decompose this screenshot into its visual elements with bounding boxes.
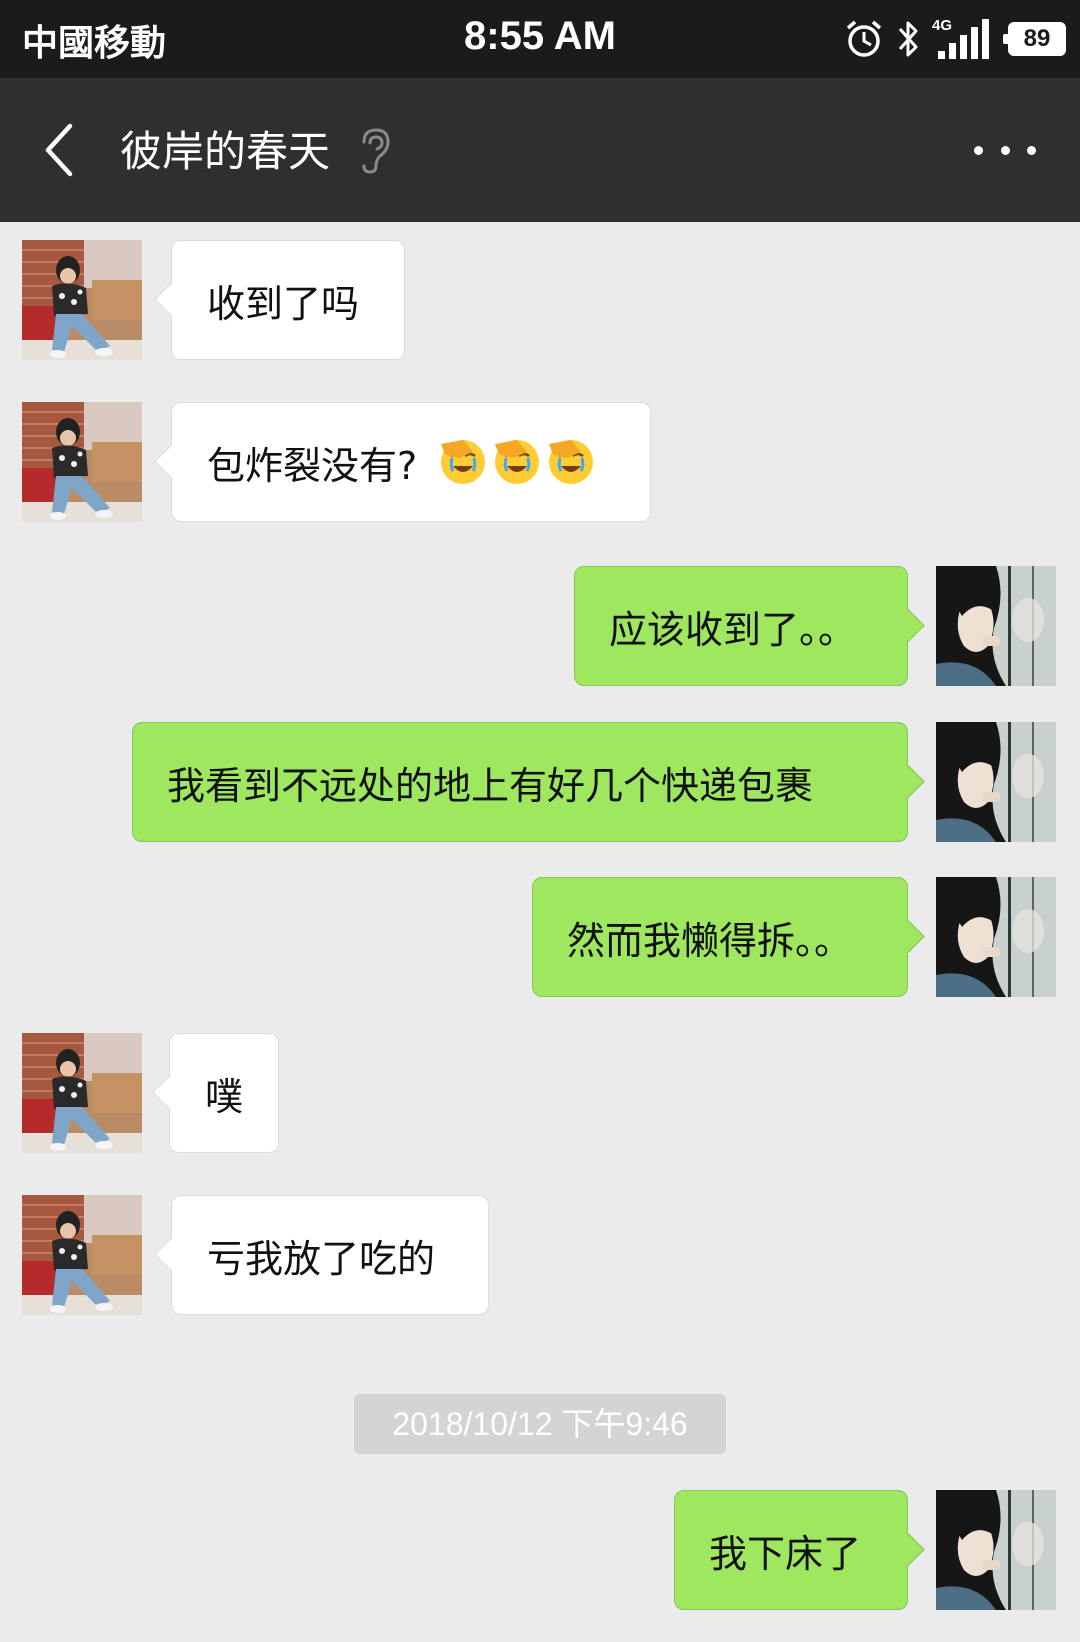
my-avatar-image — [936, 722, 1056, 842]
friend-avatar-image — [22, 240, 142, 360]
message-bubble-outgoing[interactable]: 我看到不远处的地上有好几个快递包裹 — [132, 722, 908, 842]
message-bubble-incoming[interactable]: 亏我放了吃的 — [171, 1195, 489, 1315]
message-text: 收到了吗 — [207, 281, 360, 326]
friend-avatar-image — [22, 1033, 142, 1153]
chevron-left-icon — [45, 123, 73, 177]
message-text: 噗 — [205, 1074, 244, 1119]
message-text: 包炸裂没有? — [207, 443, 418, 488]
alarm-icon — [846, 20, 882, 57]
battery-icon: 89 — [1003, 22, 1066, 56]
message-bubble-incoming[interactable]: 噗 — [169, 1033, 279, 1153]
message-text: 应该收到了。。 — [609, 607, 857, 652]
friend-avatar[interactable] — [22, 1033, 142, 1153]
message-bubble-outgoing[interactable]: 我下床了 — [674, 1490, 908, 1610]
message-text: 我看到不远处的地上有好几个快递包裹 — [167, 763, 814, 808]
status-icons: 4G 89 — [844, 14, 1066, 64]
my-avatar[interactable] — [936, 722, 1056, 842]
back-button[interactable] — [40, 120, 86, 180]
status-bar: 中國移動 8:55 AM 4G 89 — [0, 0, 1080, 78]
ear-icon — [362, 128, 390, 174]
friend-avatar[interactable] — [22, 402, 142, 522]
face-palm-emoji — [439, 438, 487, 486]
friend-avatar-image — [22, 402, 142, 522]
chat-header: 彼岸的春天 — [0, 78, 1080, 222]
bluetooth-icon — [898, 21, 918, 57]
battery-level: 89 — [1023, 25, 1051, 52]
face-palm-emoji — [547, 438, 595, 486]
message-text: 我下床了 — [709, 1531, 862, 1576]
message-text: 然而我懒得拆。。 — [567, 918, 853, 963]
my-avatar[interactable] — [936, 1490, 1056, 1610]
face-palm-emoji — [493, 438, 541, 486]
message-bubble-outgoing[interactable]: 应该收到了。。 — [574, 566, 908, 686]
message-bubble-outgoing[interactable]: 然而我懒得拆。。 — [532, 877, 908, 997]
my-avatar[interactable] — [936, 877, 1056, 997]
message-bubble-incoming[interactable]: 包炸裂没有? — [171, 402, 651, 522]
my-avatar-image — [936, 877, 1056, 997]
my-avatar-image — [936, 1490, 1056, 1610]
my-avatar[interactable] — [936, 566, 1056, 686]
more-dots-icon — [974, 145, 983, 155]
friend-avatar-image — [22, 1195, 142, 1315]
more-button[interactable] — [974, 138, 1036, 162]
emoji-group — [433, 438, 595, 486]
message-text: 亏我放了吃的 — [207, 1236, 436, 1281]
my-avatar-image — [936, 566, 1056, 686]
chat-title[interactable]: 彼岸的春天 — [120, 118, 330, 179]
friend-avatar[interactable] — [22, 240, 142, 360]
signal-icon: 4G — [932, 17, 996, 61]
timestamp-divider: 2018/10/12 下午9:46 — [354, 1394, 726, 1454]
friend-avatar[interactable] — [22, 1195, 142, 1315]
message-bubble-incoming[interactable]: 收到了吗 — [171, 240, 405, 360]
